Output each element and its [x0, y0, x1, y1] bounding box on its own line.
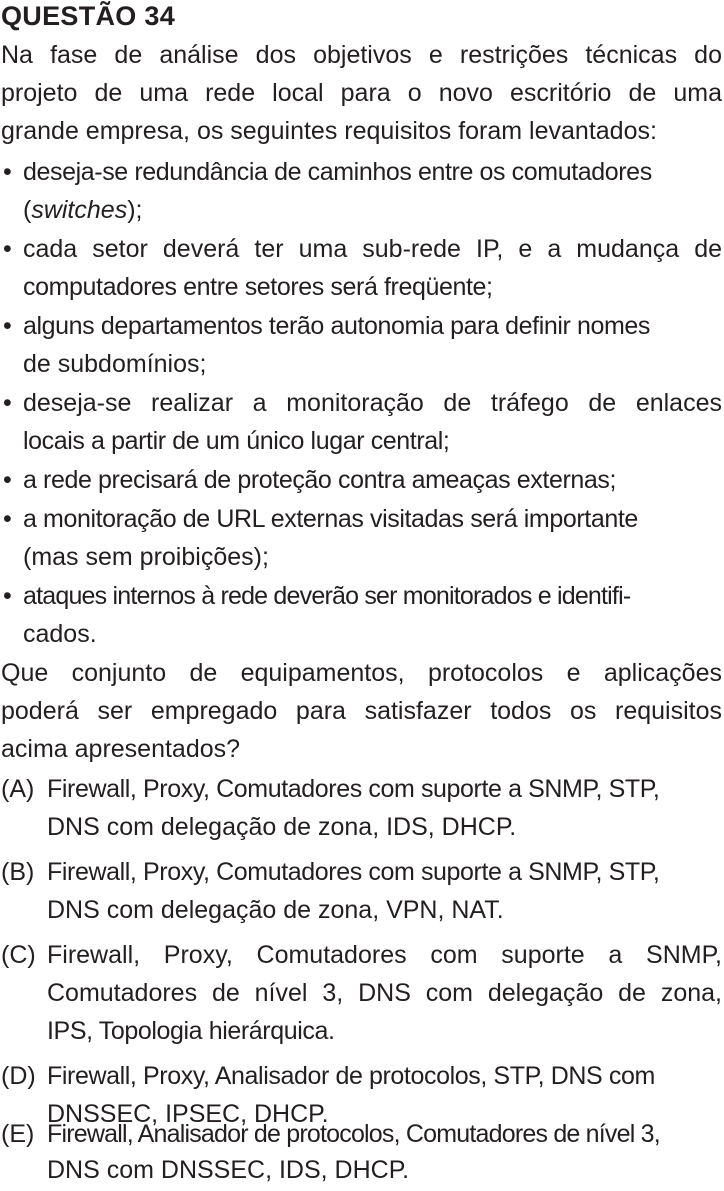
- option-b-letter: (B): [1, 858, 35, 886]
- requirement-3-line-2: de subdomínios;: [23, 350, 207, 378]
- option-c-line-2: Comutadores de nível 3, DNS com delegaçã…: [47, 979, 722, 1007]
- option-b-line-2: DNS com delegação de zona, VPN, NAT.: [47, 896, 504, 924]
- requirement-5-line-1: a rede precisará de proteção contra amea…: [23, 466, 617, 494]
- option-e-letter: (E): [1, 1120, 35, 1148]
- option-a-letter: (A): [1, 775, 35, 803]
- requirement-6-line-1: a monitoração de URL externas visitadas …: [23, 505, 638, 533]
- option-a-line-2: DNS com delegação de zona, IDS, DHCP.: [47, 813, 517, 841]
- intro-line-2: projeto de uma rede local para o novo es…: [1, 79, 722, 107]
- requirement-1-line-2: (switches);: [23, 196, 143, 224]
- option-e-line-2: DNS com DNSSEC, IDS, DHCP.: [47, 1156, 410, 1184]
- option-e-line-1: Firewall, Analisador de protocolos, Comu…: [47, 1120, 661, 1148]
- requirement-7-line-1: ataques internos à rede deverão ser moni…: [23, 582, 631, 610]
- bullet-icon: •: [3, 235, 12, 263]
- prompt-line-3: acima apresentados?: [1, 735, 241, 763]
- bullet-icon: •: [3, 312, 12, 340]
- question-title: QUESTÃO 34: [1, 1, 176, 31]
- prompt-line-1: Que conjunto de equipamentos, protocolos…: [1, 659, 722, 687]
- option-c-line-1: Firewall, Proxy, Comutadores com suporte…: [47, 941, 722, 969]
- requirement-7-line-2: cados.: [23, 620, 97, 648]
- option-d-line-1: Firewall, Proxy, Analisador de protocolo…: [47, 1062, 655, 1090]
- requirement-4-line-2: locais a partir de um único lugar centra…: [23, 427, 450, 455]
- requirement-6-line-2: (mas sem proibições);: [23, 543, 269, 571]
- option-c-line-3: IPS, Topologia hierárquica.: [47, 1017, 335, 1045]
- bullet-icon: •: [3, 158, 12, 186]
- requirement-2-line-2: computadores entre setores será freqüent…: [23, 273, 493, 301]
- requirement-1-line-1: deseja-se redundância de caminhos entre …: [23, 158, 652, 186]
- requirement-2-line-1: cada setor deverá ter uma sub-rede IP, e…: [23, 235, 722, 263]
- option-c-letter: (C): [1, 941, 36, 969]
- bullet-icon: •: [3, 505, 12, 533]
- prompt-line-2: poderá ser empregado para satisfazer tod…: [1, 697, 722, 725]
- option-d-letter: (D): [1, 1062, 36, 1090]
- bullet-icon: •: [3, 466, 12, 494]
- requirement-3-line-1: alguns departamentos terão autonomia par…: [23, 312, 651, 340]
- bullet-icon: •: [3, 582, 12, 610]
- bullet-icon: •: [3, 389, 12, 417]
- option-a-line-1: Firewall, Proxy, Comutadores com suporte…: [47, 775, 660, 803]
- intro-line-3: grande empresa, os seguintes requisitos …: [1, 117, 657, 145]
- question-page: QUESTÃO 34 Na fase de análise dos objeti…: [0, 0, 724, 1191]
- requirement-4-line-1: deseja-se realizar a monitoração de tráf…: [23, 389, 722, 417]
- option-b-line-1: Firewall, Proxy, Comutadores com suporte…: [47, 858, 660, 886]
- intro-line-1: Na fase de análise dos objetivos e restr…: [1, 41, 722, 69]
